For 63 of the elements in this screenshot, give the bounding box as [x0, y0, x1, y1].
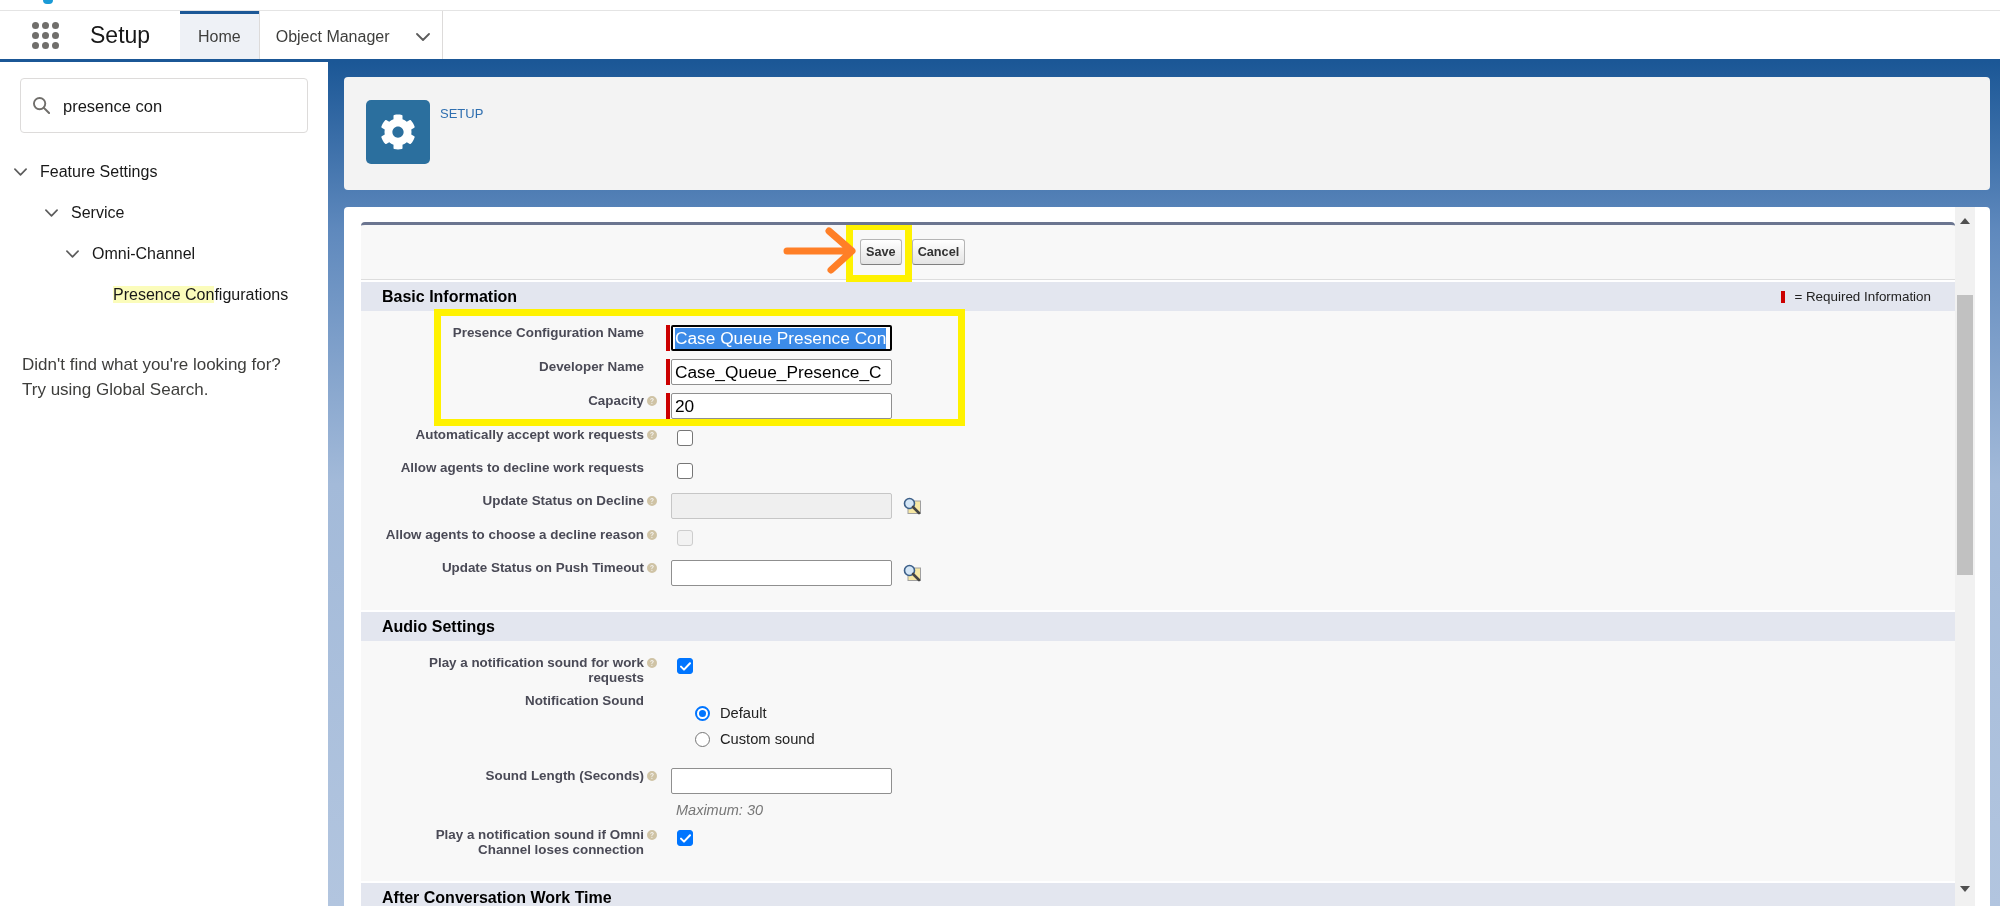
field-label: Allow agents to decline work requests: [400, 460, 644, 475]
gear-icon: [366, 100, 430, 164]
checkbox[interactable]: [677, 463, 693, 479]
field-label: Sound Length (Seconds): [485, 768, 644, 783]
legend-text: = Required Information: [1794, 288, 1931, 305]
scrollbar[interactable]: [1955, 207, 1975, 906]
checkmark-icon: [679, 833, 691, 843]
search-field[interactable]: presence con: [20, 78, 308, 133]
chevron-down-icon[interactable]: [65, 249, 79, 258]
text-field[interactable]: Case_Queue_Presence_C: [671, 359, 892, 385]
help-icon[interactable]: [647, 563, 657, 573]
checkbox[interactable]: [677, 830, 693, 846]
action-button[interactable]: Cancel: [911, 239, 966, 265]
chevron-down-icon[interactable]: [415, 32, 430, 41]
field-label: Update Status on Push Timeout: [441, 560, 644, 575]
caret-down-icon[interactable]: [1960, 886, 1970, 892]
action-button[interactable]: Save: [860, 239, 902, 265]
help-text: Didn't find what you're looking for? Try using Global Search.: [22, 354, 282, 401]
hint-text: Maximum: 30: [676, 802, 764, 819]
checkmark-icon: [679, 661, 691, 671]
help-icon[interactable]: [647, 771, 657, 781]
field-label: Presence Configuration Name: [452, 325, 644, 340]
field-label: Automatically accept work requests: [415, 427, 644, 442]
tree-item[interactable]: Presence Configurations: [113, 284, 289, 305]
help-icon[interactable]: [647, 396, 657, 406]
help-icon[interactable]: [647, 830, 657, 840]
search-icon: [33, 97, 50, 114]
caret-up-icon[interactable]: [1960, 218, 1970, 224]
nav-tab[interactable]: Home: [180, 11, 259, 59]
chevron-down-icon[interactable]: [44, 208, 58, 217]
field-label: Developer Name: [539, 359, 644, 374]
radio-button[interactable]: [695, 731, 710, 747]
text-field[interactable]: [671, 560, 892, 586]
required-bar-icon: [1781, 290, 1786, 303]
logo-icon: [43, 0, 53, 4]
field-label: Capacity: [588, 393, 644, 408]
arrow-icon: [783, 227, 856, 274]
field-label: Update Status on Decline: [482, 493, 644, 508]
text-field[interactable]: 20: [671, 393, 892, 419]
tree-item[interactable]: Feature Settings: [40, 161, 158, 182]
page-title: SETUP: [440, 106, 484, 122]
radio-label: Custom sound: [720, 730, 815, 748]
field-label: Allow agents to choose a decline reason: [385, 527, 644, 542]
radio-button[interactable]: [695, 705, 710, 721]
help-icon[interactable]: [647, 658, 657, 668]
section-title: After Conversation Work Time: [382, 889, 612, 906]
app-title: Setup: [90, 21, 151, 49]
magnifier-icon[interactable]: [903, 564, 921, 582]
dots-grid-icon[interactable]: [32, 21, 59, 49]
section-title: Audio Settings: [382, 618, 495, 635]
field-label: Notification Sound: [525, 693, 644, 708]
chevron-down-icon[interactable]: [13, 167, 27, 176]
field-label: Play a notification sound for work requests: [428, 655, 644, 685]
tree-item[interactable]: Service: [71, 202, 125, 223]
field-label: Play a notification sound if Omni Channel loses connection: [434, 827, 644, 857]
checkbox[interactable]: [677, 430, 693, 446]
scrollbar-thumb[interactable]: [1957, 295, 1973, 575]
text-field[interactable]: [671, 768, 892, 794]
tree-item[interactable]: Omni-Channel: [92, 243, 196, 264]
section-title: Basic Information: [382, 288, 518, 305]
radio-label: Default: [720, 704, 767, 722]
checkbox[interactable]: [677, 658, 693, 674]
help-icon[interactable]: [647, 430, 657, 440]
